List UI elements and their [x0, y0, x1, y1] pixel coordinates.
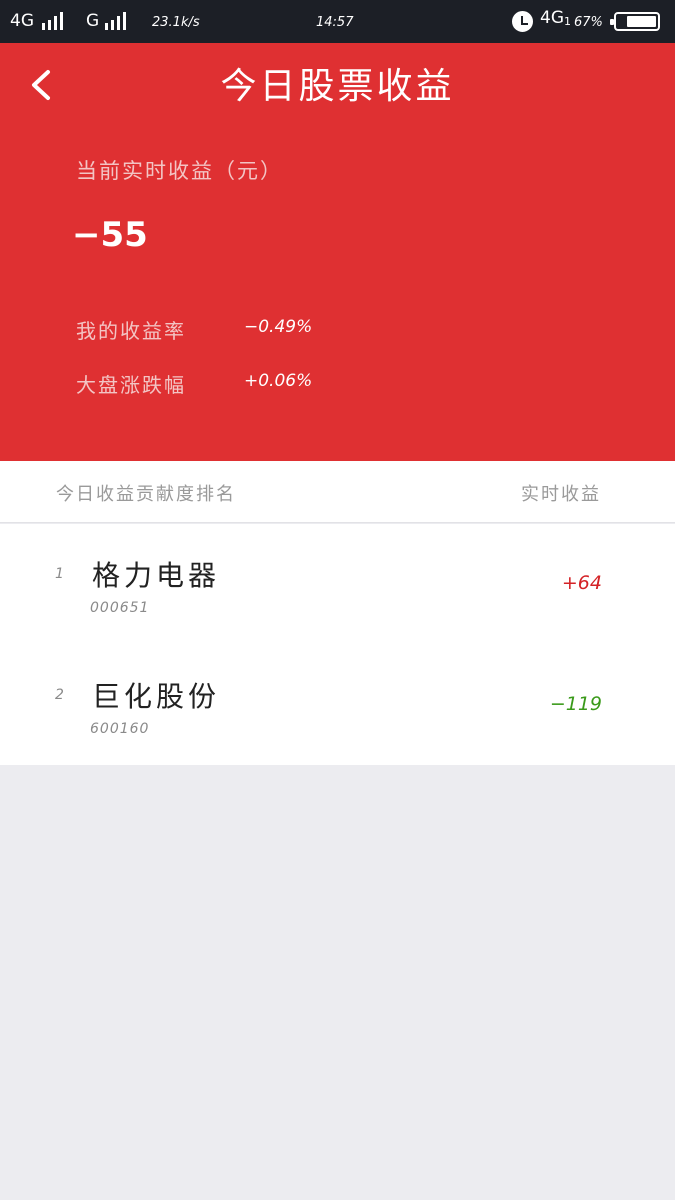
signal-icon	[42, 11, 63, 30]
network-speed: 23.1k/s	[152, 15, 200, 30]
battery-icon	[610, 12, 660, 31]
network-type-2: G	[86, 11, 100, 31]
realtime-earnings-column: 实时收益	[521, 484, 601, 505]
stock-earnings: −119	[549, 693, 602, 715]
earnings-header: 今日股票收益 当前实时收益（元） −55 我的收益率 −0.49% 大盘涨跌幅 …	[0, 43, 675, 461]
stock-name: 格力电器	[92, 559, 221, 592]
sim-slot: 1	[564, 15, 571, 28]
stock-list: 1 格力电器 000651 +64 2 巨化股份 600160 −119	[0, 524, 675, 765]
stock-name: 巨化股份	[92, 680, 221, 713]
market-change-value: +0.06%	[244, 371, 313, 391]
network-type-1: 4G	[10, 11, 34, 31]
clock: 14:57	[316, 15, 354, 30]
earnings-label: 当前实时收益（元）	[76, 159, 283, 183]
my-rate-value: −0.49%	[244, 317, 313, 337]
rank-number: 1	[55, 566, 64, 582]
stock-code: 600160	[90, 721, 150, 737]
stock-earnings: +64	[561, 572, 602, 594]
market-change-label: 大盘涨跌幅	[76, 373, 186, 397]
app-screen: 4G G 23.1k/s 14:57 4G 1 67% 今日股票收益 当前实时收…	[0, 0, 675, 1200]
page-title: 今日股票收益	[220, 66, 455, 107]
my-rate-label: 我的收益率	[76, 319, 186, 343]
ranking-header: 今日收益贡献度排名 实时收益	[0, 461, 675, 523]
list-item[interactable]: 2 巨化股份 600160 −119	[0, 645, 675, 765]
list-item[interactable]: 1 格力电器 000651 +64	[0, 524, 675, 644]
earnings-value: −55	[72, 215, 148, 255]
stock-code: 000651	[90, 600, 150, 616]
network-type-3: 4G	[540, 8, 564, 28]
status-bar: 4G G 23.1k/s 14:57 4G 1 67%	[0, 0, 675, 43]
alarm-icon	[512, 11, 533, 32]
signal-icon	[105, 11, 126, 30]
rank-number: 2	[55, 687, 64, 703]
battery-percent: 67%	[574, 15, 603, 30]
ranking-title: 今日收益贡献度排名	[56, 484, 236, 505]
